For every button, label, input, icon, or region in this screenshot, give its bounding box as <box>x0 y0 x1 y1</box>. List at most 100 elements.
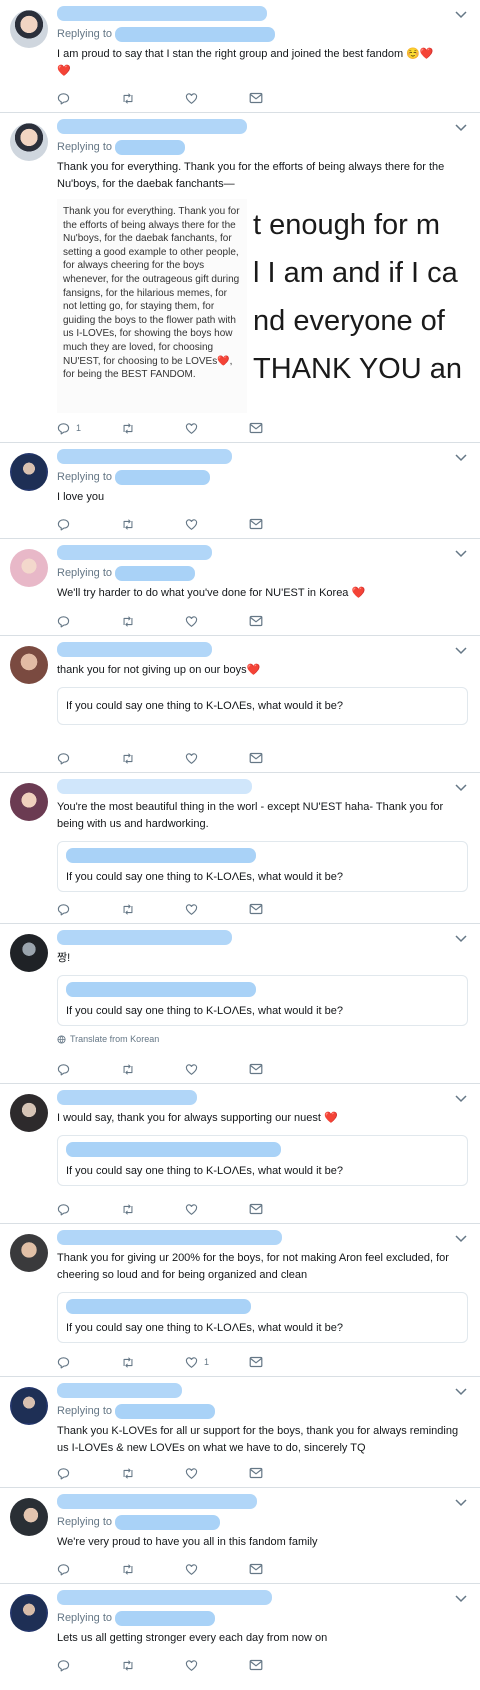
avatar[interactable] <box>10 453 48 491</box>
reply-handle-redacted[interactable] <box>115 1610 216 1626</box>
avatar[interactable] <box>10 10 48 48</box>
tweet-text-line2: ❤️ <box>57 65 71 77</box>
retweet-button[interactable] <box>121 1659 185 1672</box>
message-button[interactable] <box>249 92 263 104</box>
retweet-button[interactable] <box>121 1563 185 1576</box>
retweet-button[interactable] <box>121 92 185 105</box>
like-button[interactable] <box>185 752 249 765</box>
like-button[interactable] <box>185 1203 249 1216</box>
like-button[interactable] <box>185 422 249 435</box>
message-button[interactable] <box>249 903 263 915</box>
quoted-tweet[interactable]: If you could say one thing to K-LOΛEs, w… <box>57 687 468 725</box>
tweet-6[interactable]: You're the most beautiful thing in the w… <box>0 773 480 924</box>
tweet-1[interactable]: Replying to I am proud to say that I sta… <box>0 0 480 113</box>
avatar[interactable] <box>10 1387 48 1425</box>
avatar[interactable] <box>10 1594 48 1632</box>
tweet-text: We'll try harder to do what you've done … <box>57 587 366 599</box>
translate-link[interactable]: Translate from Korean <box>57 1034 468 1044</box>
like-icon <box>185 518 198 531</box>
retweet-button[interactable] <box>121 752 185 765</box>
tweet-8[interactable]: I would say, thank you for always suppor… <box>0 1084 480 1224</box>
message-button[interactable] <box>249 1203 263 1215</box>
tweet-7[interactable]: 짱! If you could say one thing to K-LOΛEs… <box>0 924 480 1084</box>
tweet-3[interactable]: Replying to I love you <box>0 443 480 539</box>
avatar[interactable] <box>10 1498 48 1536</box>
reply-button[interactable] <box>57 518 121 531</box>
quoted-tweet[interactable]: If you could say one thing to K-LOΛEs, w… <box>57 1292 468 1343</box>
avatar[interactable] <box>10 934 48 972</box>
tweet-4[interactable]: Replying to We'll try harder to do what … <box>0 539 480 636</box>
retweet-button[interactable] <box>121 422 185 435</box>
reply-button[interactable] <box>57 1659 121 1672</box>
replying-label: Replying to <box>57 1612 113 1624</box>
tweet-actions <box>57 1465 267 1481</box>
reply-handle-redacted[interactable] <box>115 565 196 581</box>
avatar[interactable] <box>10 123 48 161</box>
like-button[interactable] <box>185 1063 249 1076</box>
reply-button[interactable] <box>57 752 121 765</box>
message-button[interactable] <box>249 1659 263 1671</box>
like-button[interactable] <box>185 1467 249 1480</box>
message-button[interactable] <box>249 1563 263 1575</box>
tweet-image[interactable]: Thank you for everything. Thank you for … <box>57 199 468 413</box>
reply-handle-redacted[interactable] <box>115 1514 221 1530</box>
reply-button[interactable] <box>57 1203 121 1216</box>
avatar[interactable] <box>10 1094 48 1132</box>
like-button[interactable] <box>185 92 249 105</box>
reply-button[interactable] <box>57 1563 121 1576</box>
reply-button[interactable] <box>57 92 121 105</box>
avatar[interactable] <box>10 783 48 821</box>
reply-icon <box>57 615 70 628</box>
tweet-text: Thank you for everything. Thank you for … <box>57 161 445 190</box>
message-button[interactable] <box>249 752 263 764</box>
message-button[interactable] <box>249 422 263 434</box>
quoted-username-redacted <box>66 1299 251 1314</box>
retweet-button[interactable] <box>121 1063 185 1076</box>
reply-button[interactable]: 1 <box>57 422 121 435</box>
retweet-button[interactable] <box>121 518 185 531</box>
quoted-tweet[interactable]: If you could say one thing to K-LOΛEs, w… <box>57 1135 468 1186</box>
quoted-tweet[interactable]: If you could say one thing to K-LOΛEs, w… <box>57 841 468 892</box>
avatar[interactable] <box>10 1234 48 1272</box>
reply-handle-redacted[interactable] <box>115 26 276 42</box>
reply-icon <box>57 1203 70 1216</box>
reply-button[interactable] <box>57 903 121 916</box>
tweet-10[interactable]: Replying to Thank you K-LOVEs for all ur… <box>0 1377 480 1488</box>
message-button[interactable] <box>249 1356 263 1368</box>
avatar[interactable] <box>10 549 48 587</box>
quoted-username-redacted <box>66 982 256 997</box>
mail-icon <box>249 1467 263 1479</box>
retweet-button[interactable] <box>121 1356 185 1369</box>
globe-icon <box>57 1034 66 1044</box>
reply-handle-redacted[interactable] <box>115 469 211 485</box>
like-button[interactable] <box>185 1659 249 1672</box>
replying-to: Replying to <box>57 1514 468 1530</box>
message-button[interactable] <box>249 1467 263 1479</box>
retweet-button[interactable] <box>121 1467 185 1480</box>
reply-button[interactable] <box>57 1467 121 1480</box>
like-button[interactable] <box>185 615 249 628</box>
like-button[interactable] <box>185 1563 249 1576</box>
reply-button[interactable] <box>57 1063 121 1076</box>
like-button[interactable] <box>185 903 249 916</box>
quoted-tweet[interactable]: If you could say one thing to K-LOΛEs, w… <box>57 975 468 1026</box>
reply-button[interactable] <box>57 1356 121 1369</box>
avatar[interactable] <box>10 646 48 684</box>
retweet-button[interactable] <box>121 903 185 916</box>
tweet-5[interactable]: thank you for not giving up on our boys❤… <box>0 636 480 773</box>
tweet-12[interactable]: Replying to Lets us all getting stronger… <box>0 1584 480 1679</box>
reply-button[interactable] <box>57 615 121 628</box>
tweet-9[interactable]: Thank you for giving ur 200% for the boy… <box>0 1224 480 1377</box>
reply-handle-redacted[interactable] <box>115 139 186 155</box>
retweet-button[interactable] <box>121 615 185 628</box>
like-button[interactable] <box>185 518 249 531</box>
reply-handle-redacted[interactable] <box>115 1403 216 1419</box>
tweet-2[interactable]: Replying to Thank you for everything. Th… <box>0 113 480 443</box>
message-button[interactable] <box>249 518 263 530</box>
retweet-button[interactable] <box>121 1203 185 1216</box>
mail-icon <box>249 1203 263 1215</box>
message-button[interactable] <box>249 1063 263 1075</box>
like-button[interactable]: 1 <box>185 1356 249 1369</box>
message-button[interactable] <box>249 615 263 627</box>
tweet-11[interactable]: Replying to We're very proud to have you… <box>0 1488 480 1584</box>
